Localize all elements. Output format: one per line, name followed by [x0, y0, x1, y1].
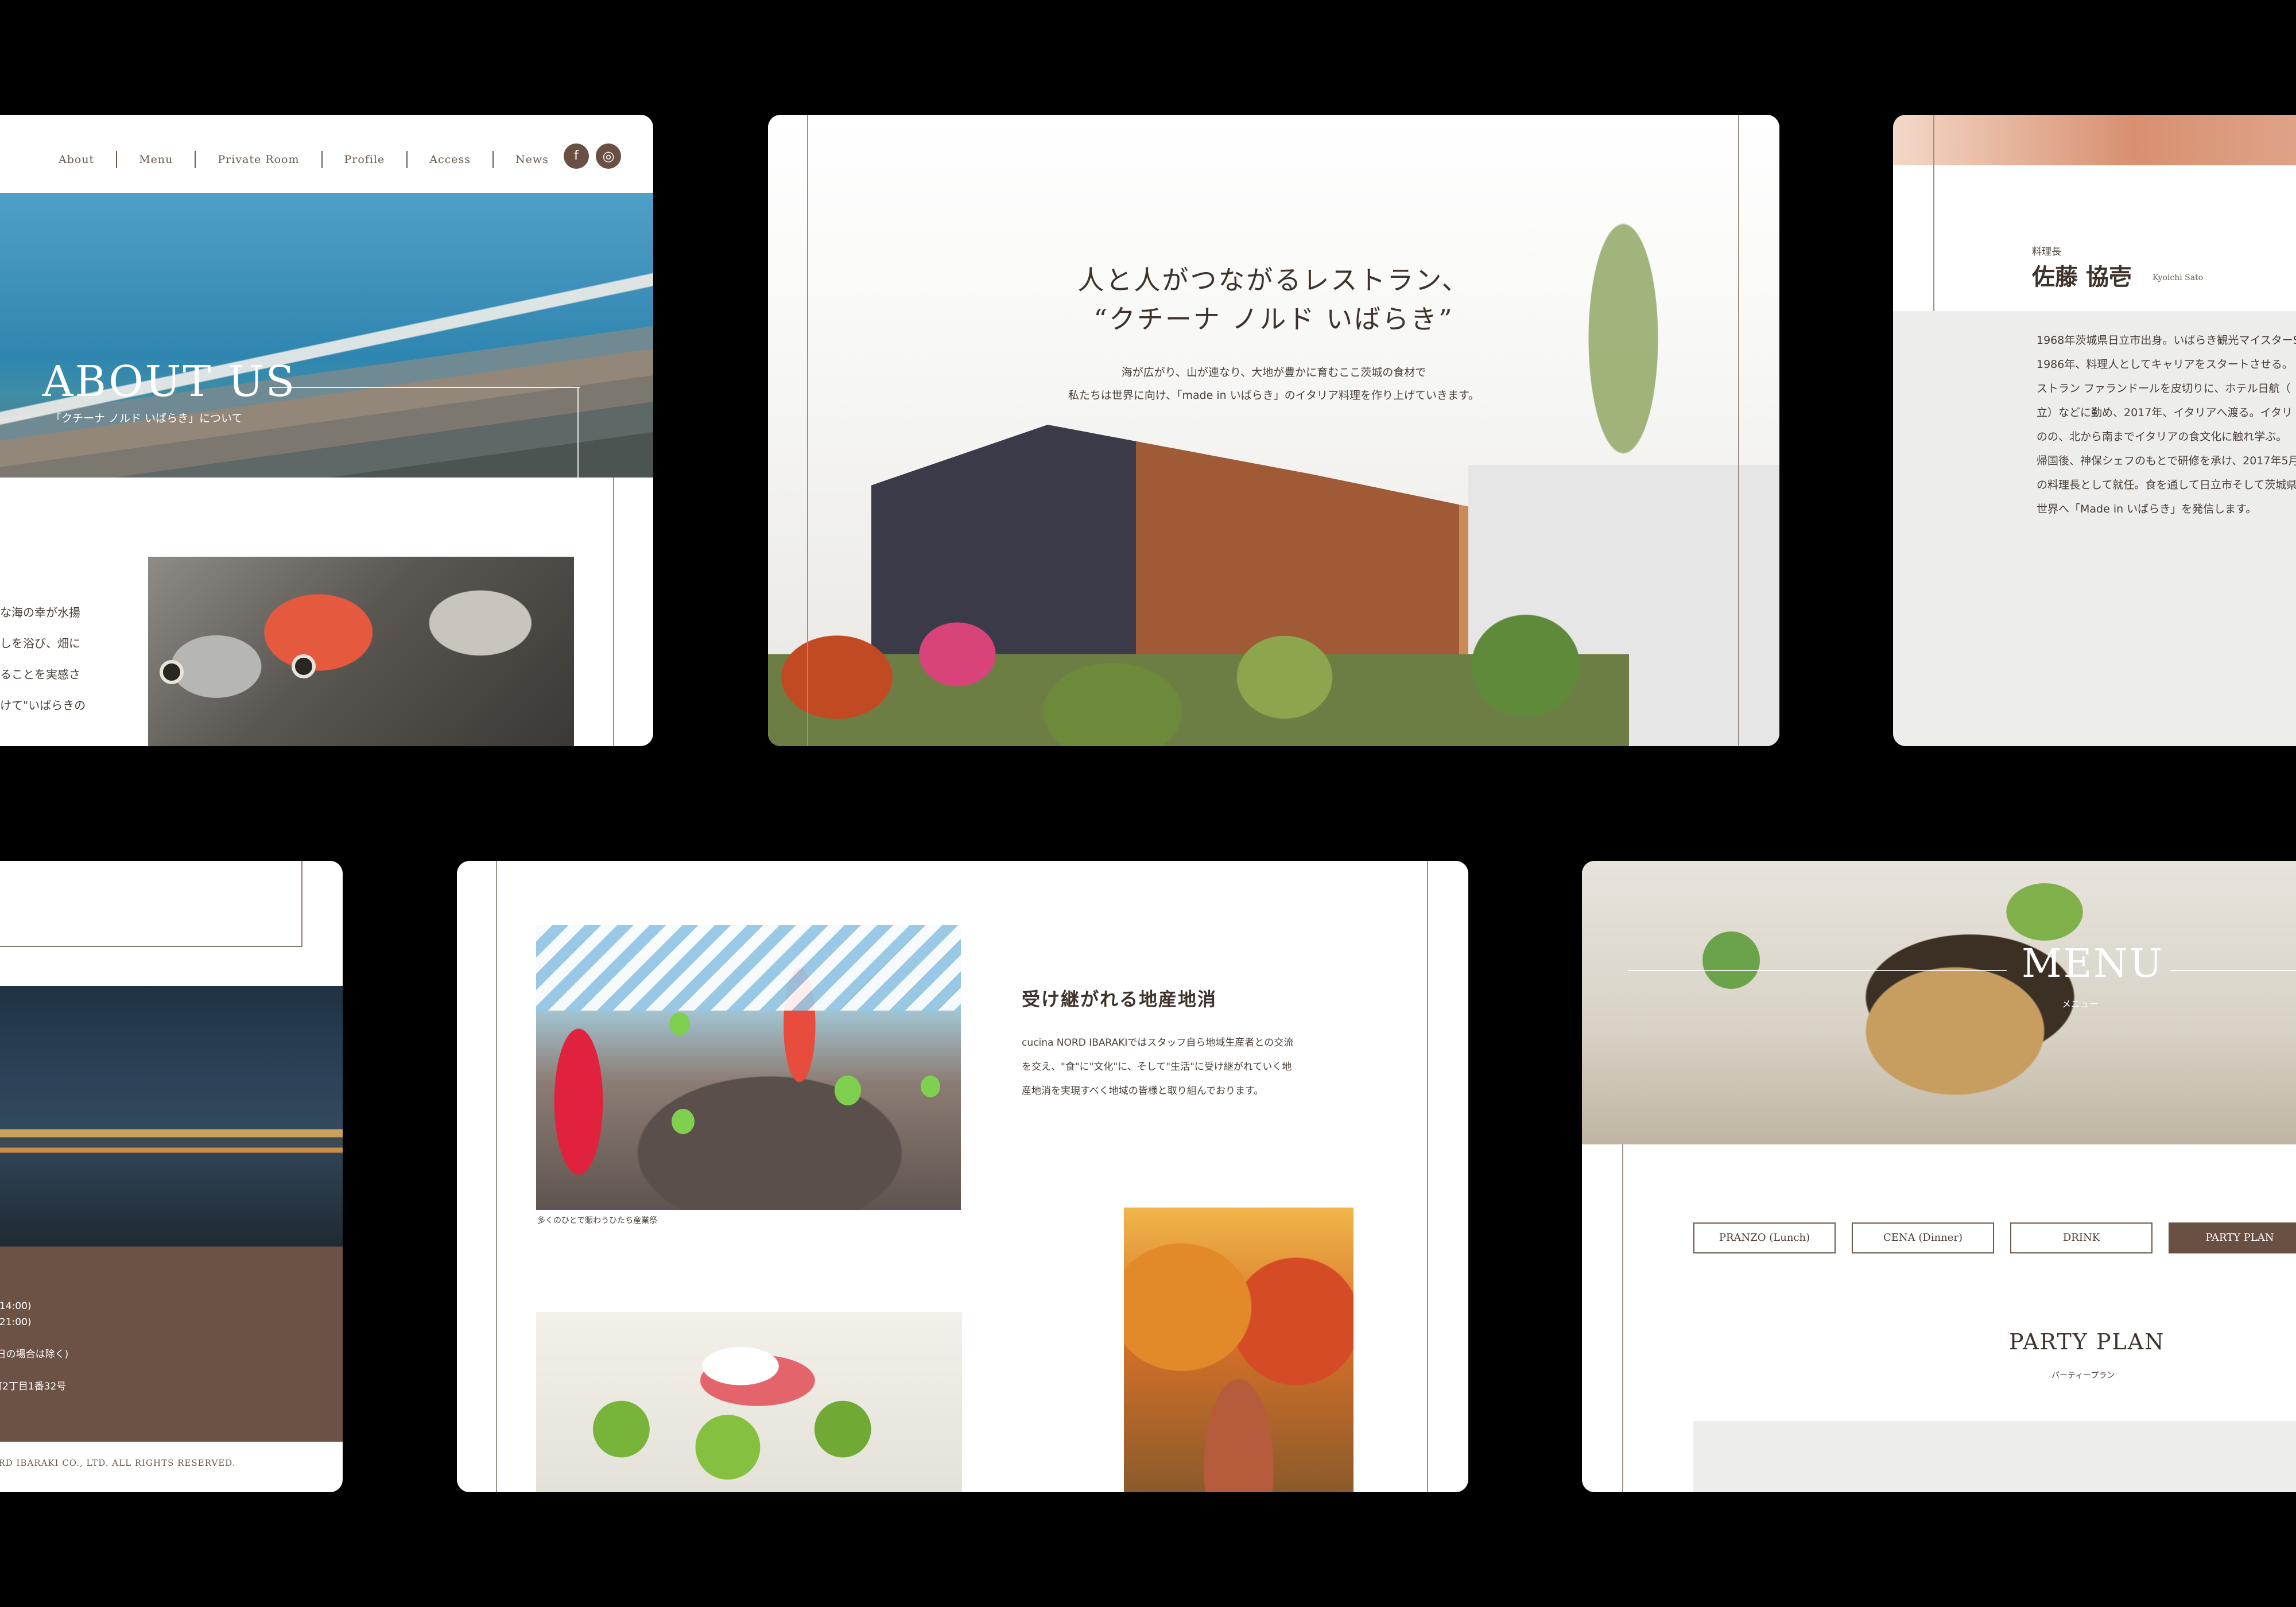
nav-item-profile[interactable]: Profile: [344, 153, 385, 166]
tab-cena[interactable]: CENA (Dinner): [1852, 1222, 1994, 1253]
garden-image: [768, 517, 1629, 746]
hero-image-harbor: ABOUT US 「クチーナ ノルド いばらき」について: [0, 193, 653, 478]
intro-body-line2: 私たちは世界に向け、「made in いばらき」のイタリア料理を作り上げていきま…: [1068, 389, 1480, 402]
intro-title-line1: 人と人がつながるレストラン、: [1077, 265, 1470, 296]
nav-item-news[interactable]: News: [515, 153, 549, 166]
nav-item-access[interactable]: Access: [429, 153, 471, 166]
intro-title-line2: “クチーナ ノルド いばらき”: [1093, 304, 1454, 335]
menu-title: MENU: [2022, 941, 2165, 987]
copyright: NORD IBARAKI CO., LTD. ALL RIGHTS RESERV…: [0, 1458, 236, 1468]
chef-name: 佐藤 協壱: [2032, 263, 2132, 290]
tab-pranzo[interactable]: PRANZO (Lunch): [1693, 1222, 1836, 1253]
instagram-icon[interactable]: ◎: [596, 143, 621, 169]
dish-image: [536, 1312, 962, 1492]
chef-screenshot-card: 料理長 佐藤 協壱 Kyoichi Sato 1968年茨城県日立市出身。いばら…: [1893, 115, 2296, 746]
tab-drink[interactable]: DRINK: [2010, 1222, 2152, 1253]
facebook-icon[interactable]: f: [564, 143, 589, 169]
festival-image: [536, 925, 961, 1210]
chef-role: 料理長: [2032, 246, 2061, 258]
opening-hours: .O. 14:00) .O. 21:00) (祝日の場合は除く) 広町2丁目1番…: [0, 1301, 69, 1392]
tab-party-plan[interactable]: PARTY PLAN: [2169, 1222, 2296, 1253]
main-nav: About Menu Private Room Profile Access N…: [0, 148, 557, 171]
local-screenshot-card: 多くのひとで賑わうひたち産業祭 受け継がれる地産地消 cucina NORD I…: [457, 861, 1468, 1492]
autumn-road-image: [1124, 1208, 1353, 1492]
chef-top-image: [1893, 115, 2296, 165]
menu-screenshot-card: MENU メニュー PRANZO (Lunch) CENA (Dinner) D…: [1582, 861, 2296, 1492]
nav-item-about[interactable]: About: [59, 153, 94, 166]
chef-name-roman: Kyoichi Sato: [2152, 273, 2204, 282]
intro-screenshot-card: 人と人がつながるレストラン、 “クチーナ ノルド いばらき” 海が広がり、山が連…: [768, 115, 1779, 746]
local-body: cucina NORD IBARAKIではスタッフ自ら地域生産者との交流 を交え…: [1022, 1037, 1294, 1097]
menu-hero-image: MENU メニュー: [1582, 861, 2296, 1144]
festival-caption: 多くのひとで賑わうひたち産業祭: [537, 1216, 658, 1225]
about-text: な海の幸が水揚 しを浴び、畑に ることを実感さ けて"いばらきの: [0, 605, 86, 712]
section-title: PARTY PLAN: [2009, 1329, 2165, 1354]
nav-item-private-room[interactable]: Private Room: [218, 153, 299, 166]
section-subtitle: パーティープラン: [2051, 1371, 2115, 1380]
station-night-image: [0, 986, 343, 1247]
nav-item-menu[interactable]: Menu: [139, 153, 173, 166]
access-screenshot-card: .O. 14:00) .O. 21:00) (祝日の場合は除く) 広町2丁目1番…: [0, 861, 343, 1492]
intro-body-line1: 海が広がり、山が連なり、大地が豊かに育むここ茨城の食材で: [1121, 366, 1426, 379]
menu-subtitle: メニュー: [2062, 999, 2099, 1010]
hero-title: ABOUT US: [42, 357, 297, 406]
hero-subtitle: 「クチーナ ノルド いばらき」について: [51, 412, 243, 425]
menu-tabs: PRANZO (Lunch) CENA (Dinner) DRINK PARTY…: [1693, 1222, 2296, 1253]
fish-image: [148, 557, 574, 746]
local-heading: 受け継がれる地産地消: [1022, 988, 1217, 1010]
chef-bio: 1968年茨城県日立市出身。いばらき観光マイスターS 1986年、料理人としてキ…: [2037, 334, 2296, 515]
about-screenshot-card: About Menu Private Room Profile Access N…: [0, 115, 653, 746]
